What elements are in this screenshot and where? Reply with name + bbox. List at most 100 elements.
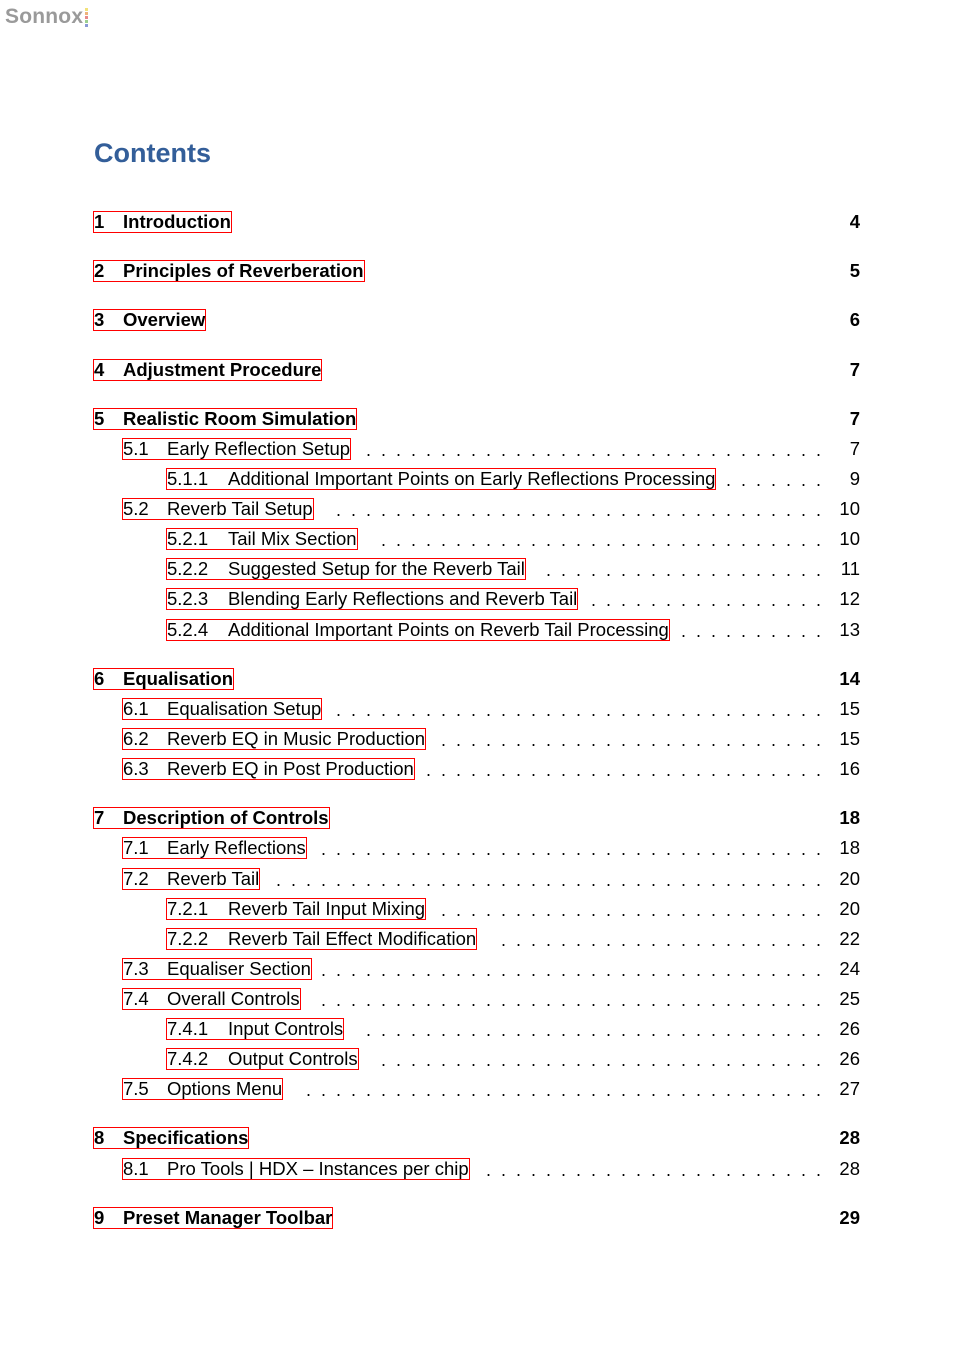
logo-text: Sonnox — [5, 5, 84, 28]
toc-title: Equalisation — [123, 668, 233, 689]
toc-title: Input Controls — [228, 1018, 344, 1039]
toc-title: Reverb EQ in Music Production — [167, 728, 426, 749]
toc-link[interactable]: 7.4.2 Output Controls — [166, 1048, 359, 1070]
toc-title: Equaliser Section — [167, 958, 311, 979]
logo-dot — [85, 24, 89, 27]
dot-leader: .......................... — [440, 730, 821, 750]
toc-number: 7 — [94, 807, 105, 828]
toc-link[interactable]: 5.2.3 Blending Early Reflections and Reve… — [166, 588, 579, 610]
dot-leader: .............................. — [380, 1050, 821, 1070]
toc-page-number: 7 — [849, 359, 860, 380]
toc-number: 7.2.2 — [167, 928, 209, 949]
toc-link[interactable]: 3 Overview — [93, 309, 207, 331]
toc-number: 5.2.2 — [167, 558, 209, 579]
toc-number: 7.2 — [123, 868, 149, 889]
toc-link[interactable]: 5.1.1 Additional Important Points on Earl… — [166, 468, 717, 490]
toc-title: Early Reflections — [167, 837, 306, 858]
toc-link[interactable]: 7.5 Options Menu — [122, 1078, 284, 1100]
toc-page-number: 28 — [839, 1127, 860, 1148]
toc-link[interactable]: 5.2.2 Suggested Setup for the Reverb Tail — [166, 558, 526, 580]
toc-link[interactable]: 5.1 Early Reflection Setup — [122, 438, 352, 460]
dot-leader: ............................... — [365, 1020, 821, 1040]
toc-link[interactable]: 7.2 Reverb Tail — [122, 868, 261, 890]
toc-page-number: 6 — [849, 309, 860, 330]
sonnox-logo: Sonnox — [5, 4, 89, 30]
toc-entry: 7 Description of Controls 18 — [0, 807, 954, 831]
toc-link[interactable]: 8 Specifications — [93, 1127, 250, 1149]
toc-link[interactable]: 6.3 Reverb EQ in Post Production — [122, 758, 415, 780]
toc-number: 3 — [94, 309, 105, 330]
toc-page-number: 15 — [839, 728, 860, 749]
toc-title: Overview — [123, 309, 206, 330]
dot-leader: .......... — [680, 621, 821, 641]
toc-title: Output Controls — [228, 1048, 358, 1069]
toc-entry: 5.2 Reverb Tail Setup....................… — [0, 498, 954, 522]
toc-entry: 7.4.2 Output Controls....................… — [0, 1048, 954, 1072]
toc-title: Introduction — [123, 211, 231, 232]
toc-title: Reverb EQ in Post Production — [167, 758, 414, 779]
toc-title: Principles of Reverberation — [123, 260, 364, 281]
dot-leader: .................................. — [320, 990, 821, 1010]
toc-link[interactable]: 7.2.2 Reverb Tail Effect Modification — [166, 928, 478, 950]
toc-link[interactable]: 2 Principles of Reverberation — [93, 260, 365, 282]
dot-leader: ............................... — [365, 440, 821, 460]
toc-entry: 5 Realistic Room Simulation 7 — [0, 408, 954, 432]
dot-leader: ................ — [590, 590, 821, 610]
dot-leader: .......................... — [440, 900, 821, 920]
toc-page-number: 5 — [849, 260, 860, 281]
toc-entry: 7.4.1 Input Controls.....................… — [0, 1018, 954, 1042]
toc-title: Description of Controls — [123, 807, 329, 828]
toc-number: 2 — [94, 260, 105, 281]
toc-link[interactable]: 6.2 Reverb EQ in Music Production — [122, 728, 427, 750]
toc-link[interactable]: 5.2 Reverb Tail Setup — [122, 498, 314, 520]
toc-link[interactable]: 5.2.1 Tail Mix Section — [166, 528, 358, 550]
toc-page-number: 20 — [839, 898, 860, 919]
toc-entry: 4 Adjustment Procedure 7 — [0, 359, 954, 383]
toc-link[interactable]: 8.1 Pro Tools | HDX – Instances per chip — [122, 1158, 470, 1180]
toc-page-number: 14 — [839, 668, 860, 689]
toc-entry: 2 Principles of Reverberation 5 — [0, 260, 954, 284]
toc-entry: 7.4 Overall Controls.....................… — [0, 988, 954, 1012]
toc-number: 7.2.1 — [167, 898, 209, 919]
toc-page-number: 15 — [839, 698, 860, 719]
toc-entry: 5.1.1 Additional Important Points on Earl… — [0, 468, 954, 492]
toc-page-number: 13 — [839, 619, 860, 640]
toc-title: Adjustment Procedure — [123, 359, 322, 380]
dot-leader: .................................. — [320, 960, 821, 980]
toc-page-number: 22 — [839, 928, 860, 949]
toc-link[interactable]: 7 Description of Controls — [93, 807, 330, 829]
toc-link[interactable]: 7.4.1 Input Controls — [166, 1018, 345, 1040]
toc-page-number: 10 — [839, 498, 860, 519]
toc-link[interactable]: 5 Realistic Room Simulation — [93, 408, 358, 430]
toc-number: 7.4.2 — [167, 1048, 209, 1069]
toc-title: Options Menu — [167, 1078, 283, 1099]
toc-number: 5.1 — [123, 438, 149, 459]
dot-leader: ....................... — [485, 1160, 821, 1180]
toc-entry: 6.2 Reverb EQ in Music Production........… — [0, 728, 954, 752]
toc-page-number: 29 — [839, 1207, 860, 1228]
toc-link[interactable]: 7.4 Overall Controls — [122, 988, 301, 1010]
toc-link[interactable]: 9 Preset Manager Toolbar — [93, 1207, 334, 1229]
toc-entry: 6.3 Reverb EQ in Post Production.........… — [0, 758, 954, 782]
toc-link[interactable]: 7.2.1 Reverb Tail Input Mixing — [166, 898, 427, 920]
toc-entry: 5.2.2 Suggested Setup for the Reverb Tail… — [0, 558, 954, 582]
toc-number: 9 — [94, 1207, 105, 1228]
toc-entry: 6 Equalisation 14 — [0, 668, 954, 692]
toc-link[interactable]: 4 Adjustment Procedure — [93, 359, 323, 381]
dot-leader: ................................... — [305, 1080, 821, 1100]
toc-link[interactable]: 7.1 Early Reflections — [122, 837, 307, 859]
toc-number: 6.1 — [123, 698, 149, 719]
toc-entry: 7.2 Reverb Tail..........................… — [0, 868, 954, 892]
toc-title: Tail Mix Section — [228, 528, 357, 549]
toc-link[interactable]: 1 Introduction — [93, 211, 232, 233]
toc-link[interactable]: 5.2.4 Additional Important Points on Reve… — [166, 619, 670, 641]
toc-number: 7.5 — [123, 1078, 149, 1099]
toc-number: 5.2 — [123, 498, 149, 519]
toc-link[interactable]: 6 Equalisation — [93, 668, 234, 690]
toc-link[interactable]: 7.3 Equaliser Section — [122, 958, 312, 980]
toc-entry: 8.1 Pro Tools | HDX – Instances per chip.… — [0, 1158, 954, 1182]
toc-number: 5.1.1 — [167, 468, 209, 489]
toc-entry: 5.1 Early Reflection Setup...............… — [0, 438, 954, 462]
logo-dot — [85, 20, 89, 23]
toc-link[interactable]: 6.1 Equalisation Setup — [122, 698, 323, 720]
